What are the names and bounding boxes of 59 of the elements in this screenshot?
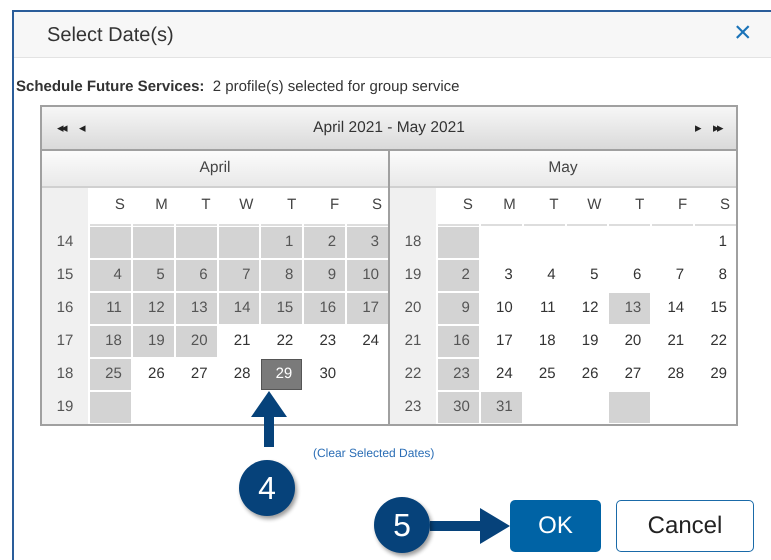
day-cell: 5 xyxy=(132,260,174,290)
week-number: 19 xyxy=(42,390,88,424)
week-number: 17 xyxy=(42,324,88,358)
week-number: 14 xyxy=(42,226,88,258)
day-cell: 13 xyxy=(609,292,650,324)
day-cell: 2 xyxy=(304,226,346,258)
summary-text: Schedule Future Services: 2 profile(s) selected for group service xyxy=(16,77,461,97)
day-cell: 9 xyxy=(304,260,346,290)
day-cell: 18 xyxy=(90,326,131,356)
dialog-title: Select Date(s) xyxy=(47,22,174,48)
day-cell: 31 xyxy=(480,392,522,422)
close-button[interactable]: × xyxy=(732,18,754,48)
day-cell[interactable]: 29 xyxy=(261,358,302,390)
day-cell: 8 xyxy=(261,260,302,290)
week-number: 16 xyxy=(42,292,88,324)
day-cell: 13 xyxy=(176,292,217,324)
month-header: April xyxy=(42,150,388,188)
day-cell: 3 xyxy=(347,226,388,258)
date-range-title: April 2021 - May 2021 xyxy=(312,118,466,138)
callout-arrow xyxy=(251,391,287,447)
day-cell: 4 xyxy=(90,260,131,290)
week-number: 19 xyxy=(390,258,436,292)
day-cell: 30 xyxy=(438,392,479,422)
day-cell: 16 xyxy=(438,326,479,356)
day-cell: 9 xyxy=(438,292,479,324)
day-cell: 12 xyxy=(132,292,174,324)
previous-button[interactable]: ◂ xyxy=(72,116,90,140)
month-header: May xyxy=(390,150,736,188)
day-cell: 23 xyxy=(438,358,479,390)
callout-number: 5 xyxy=(374,497,430,553)
week-number: 21 xyxy=(390,324,436,358)
day-cell: 11 xyxy=(90,292,131,324)
week-number: 22 xyxy=(390,358,436,390)
clear-dates-link[interactable]: (Clear Selected Dates) xyxy=(313,444,434,462)
cancel-button[interactable]: Cancel xyxy=(616,500,754,552)
day-cell: 14 xyxy=(218,292,260,324)
ok-button[interactable]: OK xyxy=(510,500,601,552)
callout-number: 4 xyxy=(239,460,295,516)
week-number: 23 xyxy=(390,390,436,424)
day-cell: 19 xyxy=(132,326,174,356)
first-button[interactable]: ◂◂ xyxy=(50,116,72,140)
day-cell: 10 xyxy=(347,260,388,290)
week-number: 18 xyxy=(42,358,88,390)
week-number: 18 xyxy=(390,226,436,258)
last-button[interactable]: ▸▸ xyxy=(706,116,728,140)
week-number: 20 xyxy=(390,292,436,324)
week-column-header xyxy=(42,188,88,226)
week-number: 15 xyxy=(42,258,88,292)
day-cell: 7 xyxy=(218,260,260,290)
day-cell: 20 xyxy=(176,326,217,356)
day-cell: 2 xyxy=(438,260,479,290)
next-button[interactable]: ▸ xyxy=(688,116,706,140)
week-column-header xyxy=(390,188,436,226)
day-cell: 1 xyxy=(261,226,302,258)
day-cell: 6 xyxy=(176,260,217,290)
day-cell: 17 xyxy=(347,292,388,324)
day-cell: 15 xyxy=(261,292,302,324)
day-cell: 16 xyxy=(304,292,346,324)
day-cell: 25 xyxy=(90,358,131,390)
